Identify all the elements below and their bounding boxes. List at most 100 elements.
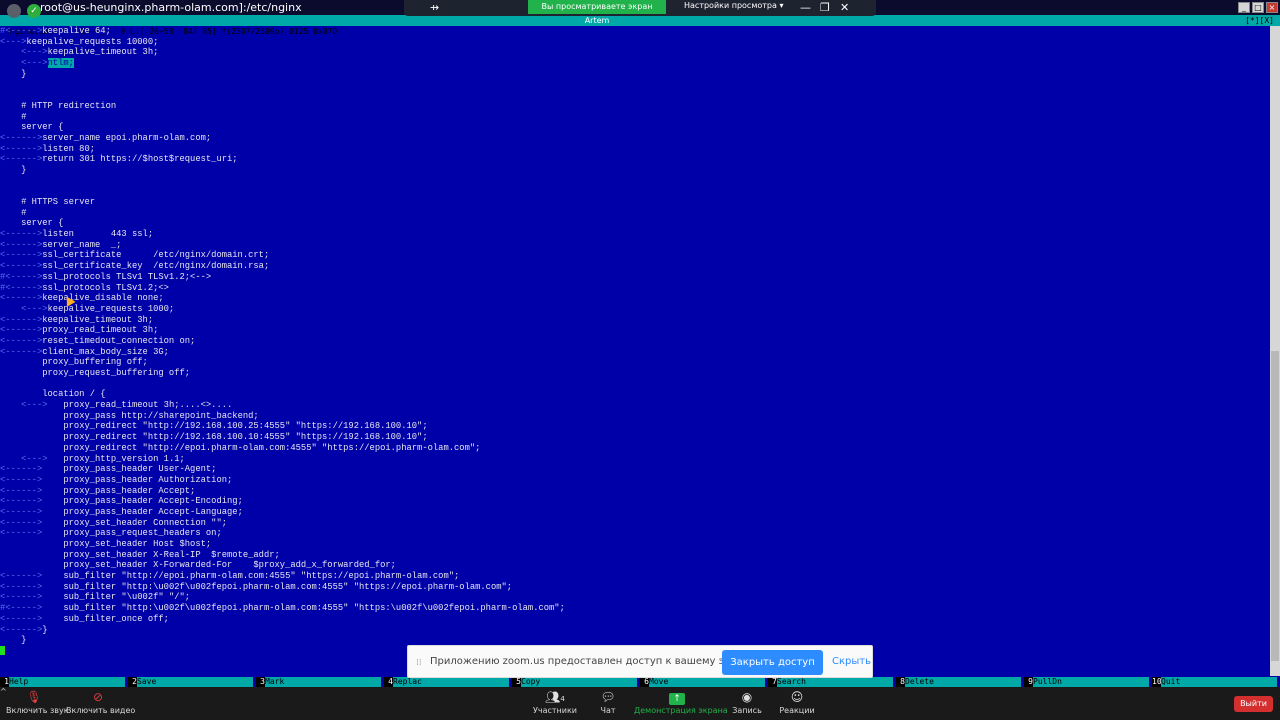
fkey-delete[interactable]: 8 Delete: [896, 677, 1024, 687]
code-line[interactable]: <------>return 301 https://$host$request…: [0, 154, 1270, 165]
code-line[interactable]: <------> proxy_pass_header Accept-Langua…: [0, 507, 1270, 518]
code-line[interactable]: <------> proxy_pass_header Accept;: [0, 486, 1270, 497]
tab-marker: [0, 635, 21, 645]
code-line[interactable]: <------>listen 80;: [0, 144, 1270, 155]
start-video-button[interactable]: ⊘ Включить видео: [66, 687, 135, 720]
fkey-mark[interactable]: 3 Mark: [256, 677, 384, 687]
code-line[interactable]: <------>listen 443 ssl;: [0, 229, 1270, 240]
view-options-menu[interactable]: Настройки просмотра ▾: [684, 1, 783, 10]
code-line[interactable]: proxy_buffering off;: [0, 357, 1270, 368]
code-line[interactable]: <------> sub_filter "http:\u002f\u002fep…: [0, 582, 1270, 593]
fkey-copy[interactable]: 5 Copy: [512, 677, 640, 687]
code-line[interactable]: <------>proxy_read_timeout 3h;: [0, 325, 1270, 336]
code-line[interactable]: proxy_set_header X-Real-IP $remote_addr;: [0, 550, 1270, 561]
code-line[interactable]: <--->keepalive_requests 1000;: [0, 304, 1270, 315]
code-line[interactable]: proxy_request_buffering off;: [0, 368, 1270, 379]
code-line[interactable]: [0, 176, 1270, 187]
code-text: server_name epoi.pharm-olam.com;: [42, 132, 212, 143]
code-text: proxy_redirect "http://192.168.100.10:45…: [63, 432, 428, 443]
code-line[interactable]: <------> proxy_pass_header Accept-Encodi…: [0, 496, 1270, 507]
code-line[interactable]: <------>keepalive_timeout 3h;: [0, 315, 1270, 326]
code-line[interactable]: #<----->keepalive 64;: [0, 26, 1270, 37]
code-line[interactable]: <------>keepalive_disable none;: [0, 293, 1270, 304]
close-icon[interactable]: ✕: [840, 1, 849, 14]
minimize-icon[interactable]: _: [1238, 2, 1250, 13]
code-line[interactable]: #: [0, 112, 1270, 123]
record-button[interactable]: ◉ Запись: [730, 687, 764, 720]
fkey-number: 1: [0, 677, 9, 687]
fkey-number: 2: [128, 677, 137, 687]
code-line[interactable]: <---> proxy_http_version 1.1;: [0, 454, 1270, 465]
code-line[interactable]: <------> proxy_pass_header User-Agent;: [0, 464, 1270, 475]
code-line[interactable]: <--->keepalive_requests 10000;: [0, 37, 1270, 48]
fkey-quit[interactable]: 10 Quit: [1152, 677, 1280, 687]
fkey-pulldn[interactable]: 9 PullDn: [1024, 677, 1152, 687]
code-line[interactable]: #<----->ssl_protocols TLSv1 TLSv1.2;<-->: [0, 272, 1270, 283]
tab-marker: <--->: [0, 453, 64, 464]
code-line[interactable]: <------> sub_filter "\u002f" "/";: [0, 592, 1270, 603]
editor-text-area[interactable]: #<----->keepalive 64; <--->keepalive_requ…: [0, 26, 1270, 676]
leave-meeting-button[interactable]: Выйти: [1234, 696, 1273, 712]
restore-icon[interactable]: ❐: [820, 1, 830, 14]
code-line[interactable]: <------>client_max_body_size 3G;: [0, 347, 1270, 358]
code-line[interactable]: #<-----> sub_filter "http:\u002f\u002fep…: [0, 603, 1270, 614]
code-line[interactable]: <------> proxy_pass_request_headers on;: [0, 528, 1270, 539]
code-line[interactable]: <------>}: [0, 625, 1270, 636]
code-line[interactable]: proxy_pass http://sharepoint_backend;: [0, 411, 1270, 422]
code-line[interactable]: <------> proxy_set_header Connection "";: [0, 518, 1270, 529]
close-icon[interactable]: ×: [1266, 2, 1278, 13]
code-line[interactable]: server {: [0, 218, 1270, 229]
code-line[interactable]: <------> proxy_pass_header Authorization…: [0, 475, 1270, 486]
code-line[interactable]: proxy_set_header X-Forwarded-For $proxy_…: [0, 560, 1270, 571]
fkey-help[interactable]: 1 Help: [0, 677, 128, 687]
minimize-icon[interactable]: —: [800, 1, 811, 14]
fkey-replac[interactable]: 4 Replac: [384, 677, 512, 687]
notification-message: Приложению zoom.us предоставлен доступ к…: [430, 656, 759, 667]
chat-button[interactable]: 💬︎ Чат: [594, 687, 622, 720]
code-line[interactable]: <------>reset_timedout_connection on;: [0, 336, 1270, 347]
code-line[interactable]: proxy_redirect "http://192.168.100.10:45…: [0, 432, 1270, 443]
code-line[interactable]: #: [0, 208, 1270, 219]
code-line[interactable]: <------>ssl_certificate /etc/nginx/domai…: [0, 250, 1270, 261]
code-line[interactable]: <------> sub_filter "http://epoi.pharm-o…: [0, 571, 1270, 582]
code-line[interactable]: proxy_redirect "http://192.168.100.25:45…: [0, 421, 1270, 432]
participants-button[interactable]: 👥︎4 Участники: [532, 687, 578, 720]
code-line[interactable]: <--->keepalive_timeout 3h;: [0, 47, 1270, 58]
code-line[interactable]: location / {: [0, 389, 1270, 400]
code-line[interactable]: proxy_redirect "http://epoi.pharm-olam.c…: [0, 443, 1270, 454]
code-line[interactable]: # HTTPS server: [0, 197, 1270, 208]
code-text: }: [21, 635, 27, 646]
code-line[interactable]: <---> proxy_read_timeout 3h;....<>....: [0, 400, 1270, 411]
fkey-save[interactable]: 2 Save: [128, 677, 256, 687]
fkey-search[interactable]: 7 Search: [768, 677, 896, 687]
code-line[interactable]: <------>server_name _;: [0, 240, 1270, 251]
code-line[interactable]: proxy_set_header Host $host;: [0, 539, 1270, 550]
tab-marker: #<----->: [0, 282, 43, 293]
code-line[interactable]: }: [0, 69, 1270, 80]
code-line[interactable]: <--->ntlm;: [0, 58, 1270, 69]
fkey-label: Save: [137, 677, 253, 687]
code-line[interactable]: <------>server_name epoi.pharm-olam.com;: [0, 133, 1270, 144]
code-line[interactable]: #<----->ssl_protocols TLSv1.2;<>: [0, 283, 1270, 294]
drag-handle-icon[interactable]: ⁞⁞: [416, 658, 422, 668]
code-line[interactable]: [0, 79, 1270, 90]
code-line[interactable]: }: [0, 165, 1270, 176]
reactions-button[interactable]: ☺ Реакции: [778, 687, 816, 720]
fkey-move[interactable]: 6 Move: [640, 677, 768, 687]
unmute-button[interactable]: 🎙︎ Включить звук: [6, 687, 69, 720]
code-line[interactable]: <------>ssl_certificate_key /etc/nginx/d…: [0, 261, 1270, 272]
scrollbar-thumb[interactable]: [1271, 351, 1279, 661]
tab-marker: [0, 550, 63, 560]
code-line[interactable]: [0, 379, 1270, 390]
stop-sharing-button[interactable]: Закрыть доступ: [722, 650, 823, 675]
code-line[interactable]: [0, 90, 1270, 101]
maximize-icon[interactable]: □: [1252, 2, 1264, 13]
hide-link[interactable]: Скрыть: [832, 656, 871, 667]
code-line[interactable]: # HTTP redirection: [0, 101, 1270, 112]
pin-icon[interactable]: ⇸: [430, 1, 439, 14]
code-line[interactable]: <------> sub_filter_once off;: [0, 614, 1270, 625]
share-screen-button[interactable]: ↑ Демонстрация экрана: [634, 687, 728, 720]
code-line[interactable]: [0, 186, 1270, 197]
code-line[interactable]: server {: [0, 122, 1270, 133]
scrollbar[interactable]: [1270, 26, 1280, 676]
